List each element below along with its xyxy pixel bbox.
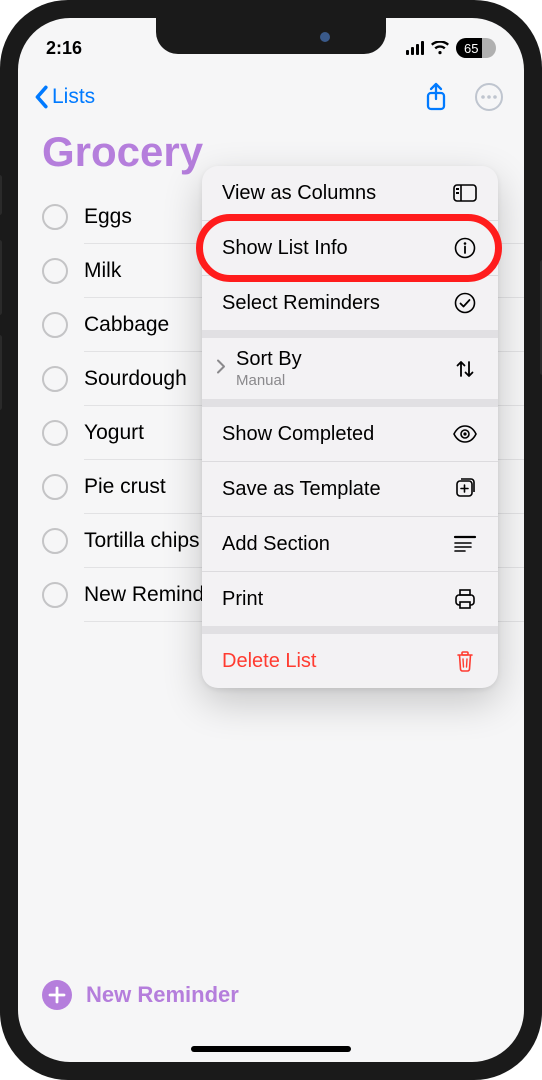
select-icon — [452, 290, 478, 316]
menu-label: Save as Template — [222, 478, 381, 501]
menu-label: Select Reminders — [222, 292, 380, 315]
plus-circle-icon — [42, 980, 72, 1010]
checkbox[interactable] — [42, 312, 68, 338]
menu-show-completed[interactable]: Show Completed — [202, 407, 498, 462]
phone-frame: 2:16 65 Lists — [0, 0, 542, 1080]
menu-show-list-info[interactable]: Show List Info — [202, 221, 498, 276]
new-reminder-label: New Reminder — [86, 982, 239, 1008]
checkbox[interactable] — [42, 528, 68, 554]
columns-icon — [452, 180, 478, 206]
menu-label: Sort By — [236, 348, 302, 371]
new-reminder-button[interactable]: New Reminder — [18, 970, 524, 1030]
menu-add-section[interactable]: Add Section — [202, 517, 498, 572]
chevron-right-icon — [216, 357, 226, 380]
menu-sub-label: Manual — [236, 372, 302, 389]
screen: 2:16 65 Lists — [18, 18, 524, 1062]
share-icon[interactable] — [424, 82, 448, 112]
checkbox[interactable] — [42, 582, 68, 608]
checkbox[interactable] — [42, 474, 68, 500]
checkbox[interactable] — [42, 204, 68, 230]
nav-bar: Lists — [18, 74, 524, 124]
menu-label: Add Section — [222, 533, 330, 556]
menu-select-reminders[interactable]: Select Reminders — [202, 276, 498, 330]
notch — [156, 18, 386, 54]
checkbox[interactable] — [42, 258, 68, 284]
info-icon — [452, 235, 478, 261]
cellular-signal-icon — [406, 41, 425, 55]
more-icon[interactable] — [474, 82, 504, 112]
checkbox[interactable] — [42, 366, 68, 392]
sort-arrows-icon — [452, 356, 478, 382]
menu-label: View as Columns — [222, 182, 376, 205]
menu-label: Show List Info — [222, 237, 348, 260]
wifi-icon — [430, 41, 450, 56]
menu-label: Show Completed — [222, 423, 374, 446]
context-menu: View as Columns Show List Info Select Re… — [202, 166, 498, 688]
menu-view-columns[interactable]: View as Columns — [202, 166, 498, 221]
menu-delete-list[interactable]: Delete List — [202, 634, 498, 688]
battery-icon: 65 — [456, 38, 496, 58]
home-indicator[interactable] — [191, 1046, 351, 1052]
template-icon — [452, 476, 478, 502]
print-icon — [452, 586, 478, 612]
back-button[interactable]: Lists — [32, 85, 95, 109]
eye-icon — [452, 421, 478, 447]
menu-sort-by[interactable]: Sort By Manual — [202, 338, 498, 399]
menu-label: Print — [222, 588, 263, 611]
status-time: 2:16 — [46, 38, 82, 59]
menu-print[interactable]: Print — [202, 572, 498, 626]
trash-icon — [452, 648, 478, 674]
section-icon — [452, 531, 478, 557]
checkbox[interactable] — [42, 420, 68, 446]
back-label: Lists — [52, 85, 95, 109]
menu-save-template[interactable]: Save as Template — [202, 462, 498, 517]
menu-label: Delete List — [222, 650, 317, 673]
chevron-left-icon — [32, 85, 50, 109]
